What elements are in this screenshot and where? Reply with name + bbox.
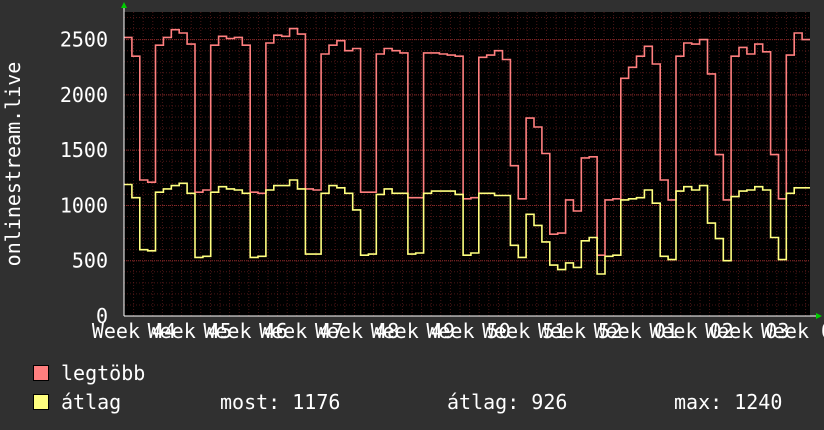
- y-axis-title: onlinestream.live: [1, 62, 25, 267]
- y-axis-arrow-icon: [121, 2, 127, 8]
- x-tick-label: Week 04: [761, 319, 824, 343]
- legend-label-avg: átlag: [61, 390, 122, 414]
- y-tick-label: 500: [72, 249, 108, 273]
- legend-item-max: legtöbb: [33, 361, 146, 385]
- legend-swatch-max: [33, 365, 49, 381]
- legend-item-avg: átlag: [33, 390, 122, 414]
- y-tick-label: 1500: [60, 138, 108, 162]
- y-tick-label: 1000: [60, 193, 108, 217]
- y-tick-label: 2000: [60, 83, 108, 107]
- stat-now: most: 1176: [220, 390, 341, 414]
- chart-panel: 0 500 1000 1500 2000 2500 onlinestream.live Wee…: [0, 0, 824, 430]
- stat-max: max: 1240: [674, 390, 783, 414]
- stat-average: átlag: 926: [447, 390, 568, 414]
- legend-label-max: legtöbb: [61, 361, 146, 385]
- y-tick-label: 2500: [60, 28, 108, 52]
- legend-swatch-avg: [33, 394, 49, 410]
